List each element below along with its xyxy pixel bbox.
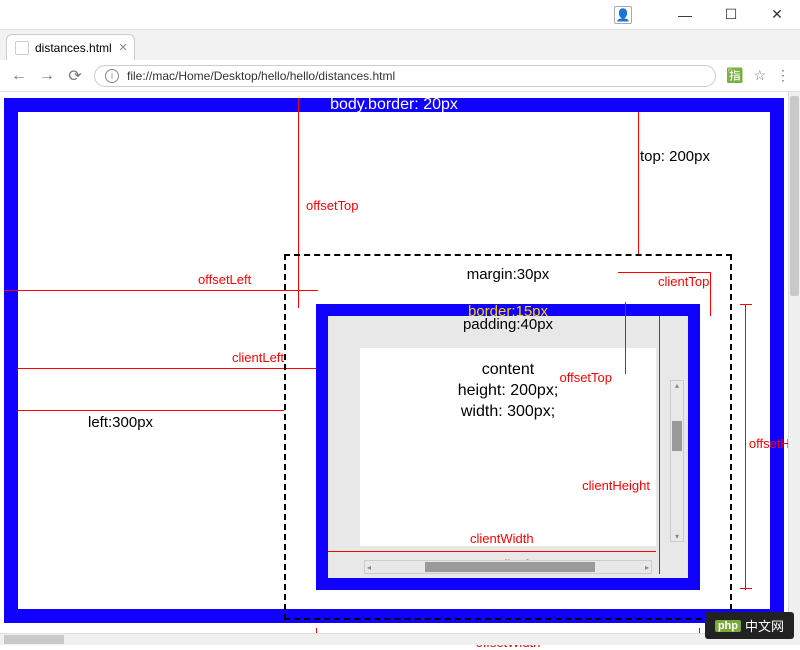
offsetheight-tick-t <box>740 304 752 305</box>
browser-tab[interactable]: distances.html ✕ <box>6 34 135 60</box>
window-controls: — ☐ ✕ <box>662 0 800 29</box>
offsettop-inner-label: offsetTop <box>559 370 612 385</box>
margin-label: margin:30px <box>286 266 730 283</box>
toolbar-right: 🈯 ☆ ⋮ <box>726 67 790 84</box>
page-scrollbar-h-thumb[interactable] <box>4 635 64 644</box>
page-viewport: body.border: 20px top: 200px offsetTop o… <box>0 92 800 645</box>
padding-box: padding:40px content height: 200px; widt… <box>328 316 688 578</box>
offsetleft-label: offsetLeft <box>198 272 251 287</box>
offsetheight-line <box>745 304 746 590</box>
top-dimension-line <box>638 112 639 254</box>
watermark-prefix: php <box>715 620 741 632</box>
body-border-label: body.border: 20px <box>18 98 770 112</box>
padding-label: padding:40px <box>328 316 688 333</box>
page-scrollbar-v-thumb[interactable] <box>790 96 799 296</box>
close-button[interactable]: ✕ <box>754 0 800 29</box>
top-position-label: top: 200px <box>640 148 710 165</box>
page-scrollbar-vertical[interactable] <box>788 92 800 633</box>
clientheight-line <box>659 316 660 574</box>
left-position-label: left:300px <box>88 414 153 431</box>
forward-icon[interactable]: → <box>38 67 56 85</box>
inner-scrollbar-vertical[interactable]: ▴ ▾ <box>670 380 684 542</box>
address-bar[interactable]: i file://mac/Home/Desktop/hello/hello/di… <box>94 65 716 87</box>
diagram-canvas: body.border: 20px top: 200px offsetTop o… <box>0 92 788 633</box>
offsetleft-line <box>4 290 318 291</box>
translate-icon[interactable]: 🈯 <box>726 67 743 84</box>
reload-icon[interactable]: ⟳ <box>66 66 84 86</box>
user-avatar-icon[interactable]: 👤 <box>614 6 632 24</box>
content-box: content height: 200px; width: 300px; off… <box>360 348 656 546</box>
inner-scrollbar-horizontal[interactable]: ◂ ▸ <box>364 560 652 574</box>
clientwidth-line <box>328 551 656 552</box>
url-text: file://mac/Home/Desktop/hello/hello/dist… <box>127 69 395 83</box>
offsetheight-tick-b <box>740 588 752 589</box>
clientwidth-label: clientWidth <box>470 531 534 546</box>
offsettop-inner-line <box>625 302 626 374</box>
inner-scrollbar-v-thumb[interactable] <box>672 421 682 451</box>
window-titlebar: 👤 — ☐ ✕ <box>0 0 800 30</box>
page-scrollbar-horizontal[interactable] <box>0 633 788 645</box>
content-width-label: width: 300px; <box>360 402 656 423</box>
border-box: border:15px padding:40px content height:… <box>316 304 700 590</box>
clientleft-label: clientLeft <box>232 350 284 365</box>
back-icon[interactable]: ← <box>10 67 28 85</box>
tab-title: distances.html <box>35 41 112 55</box>
body-border-box: body.border: 20px top: 200px offsetTop o… <box>4 98 784 623</box>
content-text: content height: 200px; width: 300px; <box>360 348 656 422</box>
margin-box: margin:30px border:15px padding:40px con… <box>284 254 732 620</box>
page-icon <box>15 41 29 55</box>
maximize-button[interactable]: ☐ <box>708 0 754 29</box>
clientleft-line <box>18 368 328 369</box>
clientheight-label: clientHeight <box>582 478 650 493</box>
minimize-button[interactable]: — <box>662 0 708 29</box>
left-dimension-line <box>18 410 284 411</box>
star-icon[interactable]: ☆ <box>753 67 766 84</box>
menu-icon[interactable]: ⋮ <box>776 67 790 84</box>
tab-close-icon[interactable]: ✕ <box>118 41 127 54</box>
site-info-icon[interactable]: i <box>105 69 119 83</box>
tab-strip: distances.html ✕ <box>0 30 800 60</box>
toolbar: ← → ⟳ i file://mac/Home/Desktop/hello/he… <box>0 60 800 92</box>
inner-scrollbar-h-thumb[interactable] <box>425 562 595 572</box>
offsettop-outer-label: offsetTop <box>306 198 359 213</box>
watermark-badge: php 中文网 <box>705 612 794 639</box>
watermark-suffix: 中文网 <box>745 616 784 635</box>
